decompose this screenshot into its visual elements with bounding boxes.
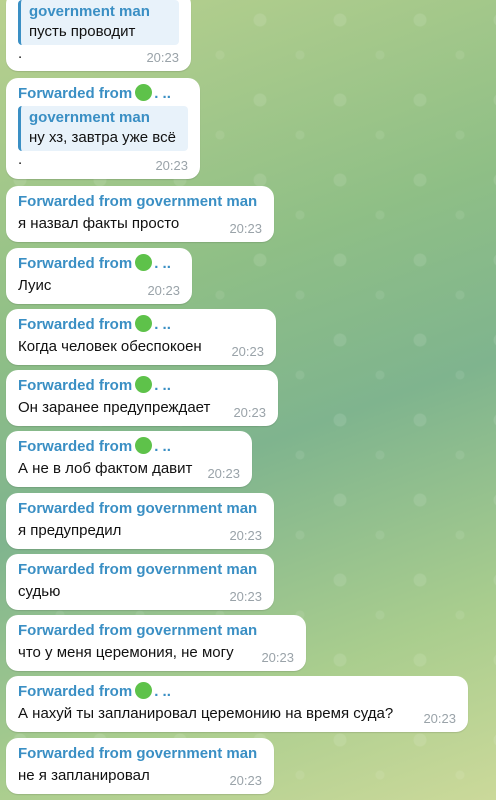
green-circle-emoji-icon: [135, 437, 153, 454]
forwarded-name-truncated: . ..: [154, 316, 171, 333]
forwarded-label: Forwarded from: [18, 377, 133, 394]
message-time: 20:23: [229, 528, 262, 543]
message-time: 20:23: [229, 589, 262, 604]
green-circle-emoji-icon: [135, 84, 153, 101]
reply-author: government man: [29, 109, 150, 126]
forwarded-label: Forwarded from: [18, 683, 133, 700]
message-time: 20:23: [207, 466, 240, 481]
forwarded-header[interactable]: Forwarded from government man: [18, 499, 262, 519]
forwarded-label: Forwarded from: [18, 255, 133, 272]
forwarded-name-truncated: . ..: [154, 683, 171, 700]
forwarded-header[interactable]: Forwarded from government man: [18, 192, 262, 212]
reply-quote[interactable]: government man пусть проводит: [18, 0, 179, 45]
message-text: я предупредил: [18, 522, 122, 539]
message-bubble[interactable]: Forwarded from . .. government man ну хз,…: [6, 78, 200, 179]
message-bubble[interactable]: Forwarded from. .. Луис 20:23: [6, 248, 192, 304]
message-list[interactable]: government man пусть проводит . 20:23 Fo…: [0, 0, 496, 800]
green-circle-emoji-icon: [135, 376, 153, 393]
reply-text: пусть проводит: [29, 23, 136, 40]
message-bubble[interactable]: Forwarded from government man судью 20:2…: [6, 554, 274, 610]
message-bubble[interactable]: Forwarded from. .. А не в лоб фактом дав…: [6, 431, 252, 487]
message-bubble[interactable]: Forwarded from . .. Когда человек обеспок…: [6, 309, 276, 365]
forwarded-name-truncated: . ..: [154, 85, 171, 102]
reply-author: government man: [29, 3, 150, 20]
message-text: А нахуй ты запланировал церемонию на вре…: [18, 705, 394, 722]
forwarded-name-truncated: . ..: [154, 255, 171, 272]
message-time: 20:23: [229, 773, 262, 788]
message-time: 20:23: [146, 50, 179, 65]
message-bubble[interactable]: Forwarded from government man что у меня…: [6, 615, 306, 671]
forwarded-header[interactable]: Forwarded from . ..: [18, 376, 266, 396]
message-bubble[interactable]: Forwarded from government man я предупре…: [6, 493, 274, 549]
message-time: 20:23: [155, 158, 188, 173]
forwarded-header[interactable]: Forwarded from . ..: [18, 254, 180, 274]
message-bubble[interactable]: Forwarded from . .. Он заранее предупрежд…: [6, 370, 278, 426]
forwarded-name-truncated: . ..: [154, 377, 171, 394]
reply-quote[interactable]: government man ну хз, завтра уже всё: [18, 106, 188, 151]
message-bubble[interactable]: government man пусть проводит . 20:23: [6, 0, 191, 71]
reply-text: ну хз, завтра уже всё: [29, 129, 176, 146]
forwarded-header[interactable]: Forwarded from . ..: [18, 315, 264, 335]
forwarded-header[interactable]: Forwarded from government man: [18, 621, 294, 641]
forwarded-label: Forwarded from: [18, 316, 133, 333]
message-time: 20:23: [233, 405, 266, 420]
message-text: Он заранее предупреждает: [18, 399, 211, 416]
message-text: что у меня церемония, не могу: [18, 644, 234, 661]
forwarded-header[interactable]: Forwarded from . ..: [18, 682, 456, 702]
message-text: судью: [18, 583, 61, 600]
message-time: 20:23: [423, 711, 456, 726]
forwarded-header[interactable]: Forwarded from government man: [18, 560, 262, 580]
message-time: 20:23: [231, 344, 264, 359]
message-text: Когда человек обеспокоен: [18, 338, 202, 355]
message-time: 20:23: [147, 283, 180, 298]
forwarded-header[interactable]: Forwarded from government man: [18, 744, 262, 764]
green-circle-emoji-icon: [135, 254, 153, 271]
message-bubble[interactable]: Forwarded from government man я назвал ф…: [6, 186, 274, 242]
message-text: не я запланировал: [18, 767, 150, 784]
message-text: я назвал факты просто: [18, 215, 180, 232]
forwarded-header[interactable]: Forwarded from . ..: [18, 84, 188, 104]
green-circle-emoji-icon: [135, 682, 153, 699]
forwarded-label: Forwarded from: [18, 438, 133, 455]
message-bubble[interactable]: Forwarded from government man не я запла…: [6, 738, 274, 794]
forwarded-label: Forwarded from: [18, 85, 133, 102]
message-bubble[interactable]: Forwarded from . .. А нахуй ты запланиров…: [6, 676, 468, 732]
message-time: 20:23: [229, 221, 262, 236]
forwarded-header[interactable]: Forwarded from . ..: [18, 437, 240, 457]
green-circle-emoji-icon: [135, 315, 153, 332]
forwarded-name-truncated: . ..: [154, 438, 171, 455]
message-time: 20:23: [261, 650, 294, 665]
